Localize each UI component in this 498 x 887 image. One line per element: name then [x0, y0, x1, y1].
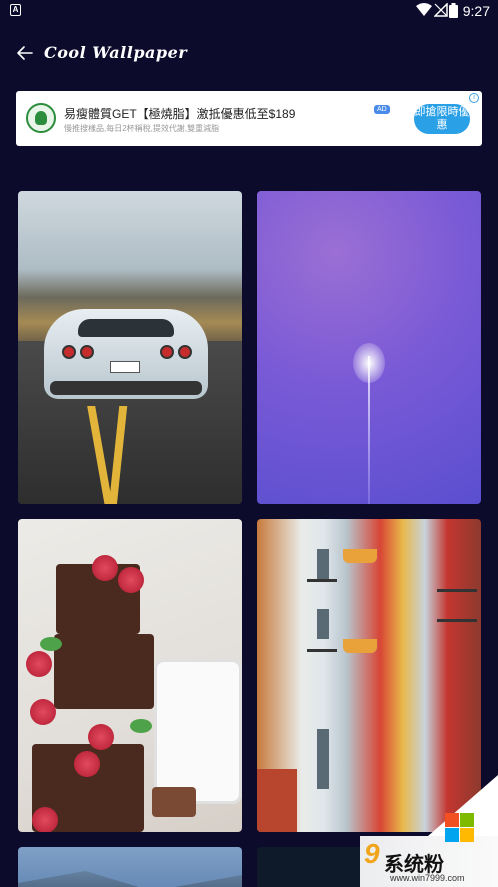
car-taillight: [62, 345, 76, 359]
raspberry: [118, 567, 144, 593]
raspberry: [74, 751, 100, 777]
mint-leaf: [130, 719, 152, 733]
ad-banner[interactable]: 易瘦體質GET【極燒脂】激抵優惠低至$189 慢推搜樣品,每日2杯稱稅,提效代謝…: [16, 91, 482, 146]
app-header: Cool Wallpaper: [0, 30, 498, 76]
milk-jar: [154, 659, 242, 804]
ad-cta-button[interactable]: 即搶限時優惠: [414, 104, 470, 134]
raspberry: [32, 807, 58, 832]
license-plate: [110, 361, 140, 373]
building-window: [317, 609, 329, 639]
wifi-icon: [416, 3, 432, 16]
awning: [343, 639, 377, 653]
arrow-left-icon[interactable]: [14, 42, 36, 64]
red-wall: [257, 769, 297, 832]
notification-icon: A: [10, 4, 21, 16]
raspberry: [30, 699, 56, 725]
car-taillight: [178, 345, 192, 359]
battery-icon: [449, 3, 458, 18]
flower-bloom: [353, 343, 385, 383]
page-title: Cool Wallpaper: [44, 43, 188, 62]
ad-logo: [26, 103, 56, 133]
watermark-logo-nine: 9: [364, 838, 380, 869]
balcony: [307, 579, 337, 582]
ad-badge: AD: [374, 105, 390, 114]
windows-logo-icon: [445, 813, 475, 843]
status-bar: A 9:27: [0, 0, 498, 22]
wallpaper-card-flower[interactable]: [257, 191, 481, 504]
raspberry: [92, 555, 118, 581]
awning: [343, 549, 377, 563]
balcony: [437, 589, 477, 592]
signal-off-icon: [434, 3, 448, 17]
building-window: [317, 729, 329, 789]
wallpaper-card-brownies[interactable]: [18, 519, 242, 832]
ad-title[interactable]: 易瘦體質GET【極燒脂】激抵優惠低至$189: [64, 105, 295, 122]
balcony: [307, 649, 337, 652]
watermark-url: www.win7999.com: [390, 873, 465, 883]
raspberry: [26, 651, 52, 677]
mint-leaf: [40, 637, 62, 651]
balcony: [437, 619, 477, 622]
car-bumper: [50, 381, 202, 395]
status-time: 9:27: [462, 3, 490, 19]
car-taillight: [160, 345, 174, 359]
wallpaper-card-car[interactable]: [18, 191, 242, 504]
car-taillight: [80, 345, 94, 359]
brownie: [54, 634, 154, 709]
wallpaper-card-mountain[interactable]: [18, 847, 242, 887]
ad-info-icon[interactable]: i: [469, 93, 479, 103]
ad-subtitle: 慢推搜樣品,每日2杯稱稅,提效代謝,雙重減脂: [64, 124, 220, 133]
raspberry: [88, 724, 114, 750]
car: [44, 309, 208, 399]
app-screen: A 9:27 Cool Wallpaper 易瘦體質GET【極燒脂】激抵優惠低至…: [0, 0, 498, 887]
chocolate-piece: [152, 787, 196, 817]
mountain: [18, 871, 242, 887]
car-window: [78, 319, 174, 337]
building-window: [317, 549, 329, 579]
